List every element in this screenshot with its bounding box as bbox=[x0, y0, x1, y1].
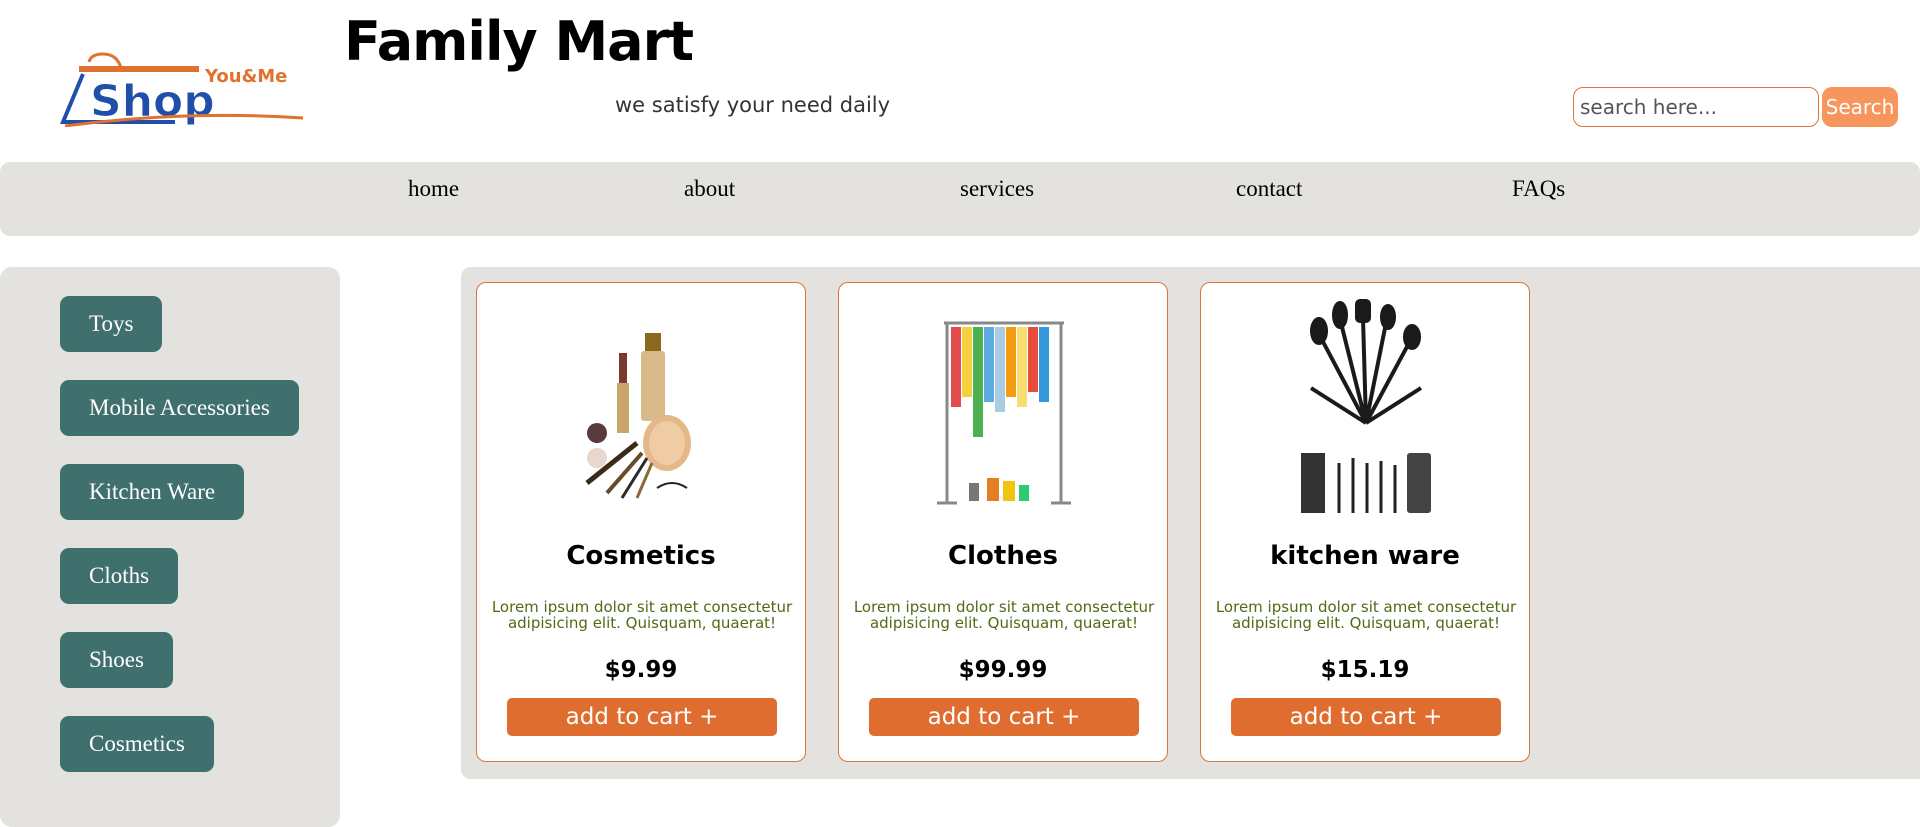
add-to-cart-button[interactable]: add to cart + bbox=[1231, 698, 1501, 736]
add-to-cart-button[interactable]: add to cart + bbox=[507, 698, 777, 736]
category-sidebar: Toys Mobile Accessories Kitchen Ware Clo… bbox=[0, 267, 340, 827]
site-title: Family Mart bbox=[344, 10, 694, 73]
search-input[interactable] bbox=[1573, 87, 1819, 127]
product-card: Clothes Lorem ipsum dolor sit amet conse… bbox=[838, 282, 1168, 762]
category-toys-button[interactable]: Toys bbox=[60, 296, 163, 352]
nav-item-contact[interactable]: contact bbox=[1236, 176, 1302, 202]
nav-item-about[interactable]: about bbox=[684, 176, 735, 202]
search-button[interactable]: Search bbox=[1822, 87, 1898, 127]
nav-item-home[interactable]: home bbox=[408, 176, 459, 202]
clothes-rack-image bbox=[929, 293, 1079, 523]
product-card: Cosmetics Lorem ipsum dolor sit amet con… bbox=[476, 282, 806, 762]
logo-main-text: Shop bbox=[90, 76, 215, 127]
category-kitchen-ware-button[interactable]: Kitchen Ware bbox=[60, 464, 245, 520]
main-nav: home about services contact FAQs bbox=[0, 162, 1920, 236]
product-card: kitchen ware Lorem ipsum dolor sit amet … bbox=[1200, 282, 1530, 762]
shop-logo[interactable]: You&Me Shop bbox=[55, 52, 305, 127]
nav-item-faqs[interactable]: FAQs bbox=[1512, 176, 1565, 202]
category-mobile-accessories-button[interactable]: Mobile Accessories bbox=[60, 380, 299, 436]
nav-item-services[interactable]: services bbox=[960, 176, 1034, 202]
product-title: Cosmetics bbox=[566, 541, 716, 571]
add-to-cart-button[interactable]: add to cart + bbox=[869, 698, 1139, 736]
category-shoes-button[interactable]: Shoes bbox=[60, 632, 173, 688]
product-title: Clothes bbox=[948, 541, 1058, 571]
product-description: Lorem ipsum dolor sit amet consectetur a… bbox=[853, 598, 1155, 632]
category-cosmetics-button[interactable]: Cosmetics bbox=[60, 716, 214, 772]
product-price: $15.19 bbox=[1320, 657, 1410, 683]
product-description: Lorem ipsum dolor sit amet consectetur a… bbox=[1215, 598, 1517, 632]
product-description: Lorem ipsum dolor sit amet consectetur a… bbox=[491, 598, 793, 632]
category-cloths-button[interactable]: Cloths bbox=[60, 548, 179, 604]
product-price: $99.99 bbox=[958, 657, 1048, 683]
product-title: kitchen ware bbox=[1270, 541, 1460, 571]
cosmetics-image bbox=[567, 293, 717, 523]
product-price: $9.99 bbox=[604, 657, 678, 683]
logo-top-text: You&Me bbox=[204, 66, 287, 87]
site-header: You&Me Shop Family Mart we satisfy your … bbox=[0, 0, 1920, 160]
kitchen-utensils-image bbox=[1291, 293, 1441, 523]
tagline: we satisfy your need daily bbox=[615, 93, 891, 117]
products-panel: Cosmetics Lorem ipsum dolor sit amet con… bbox=[461, 267, 1920, 779]
